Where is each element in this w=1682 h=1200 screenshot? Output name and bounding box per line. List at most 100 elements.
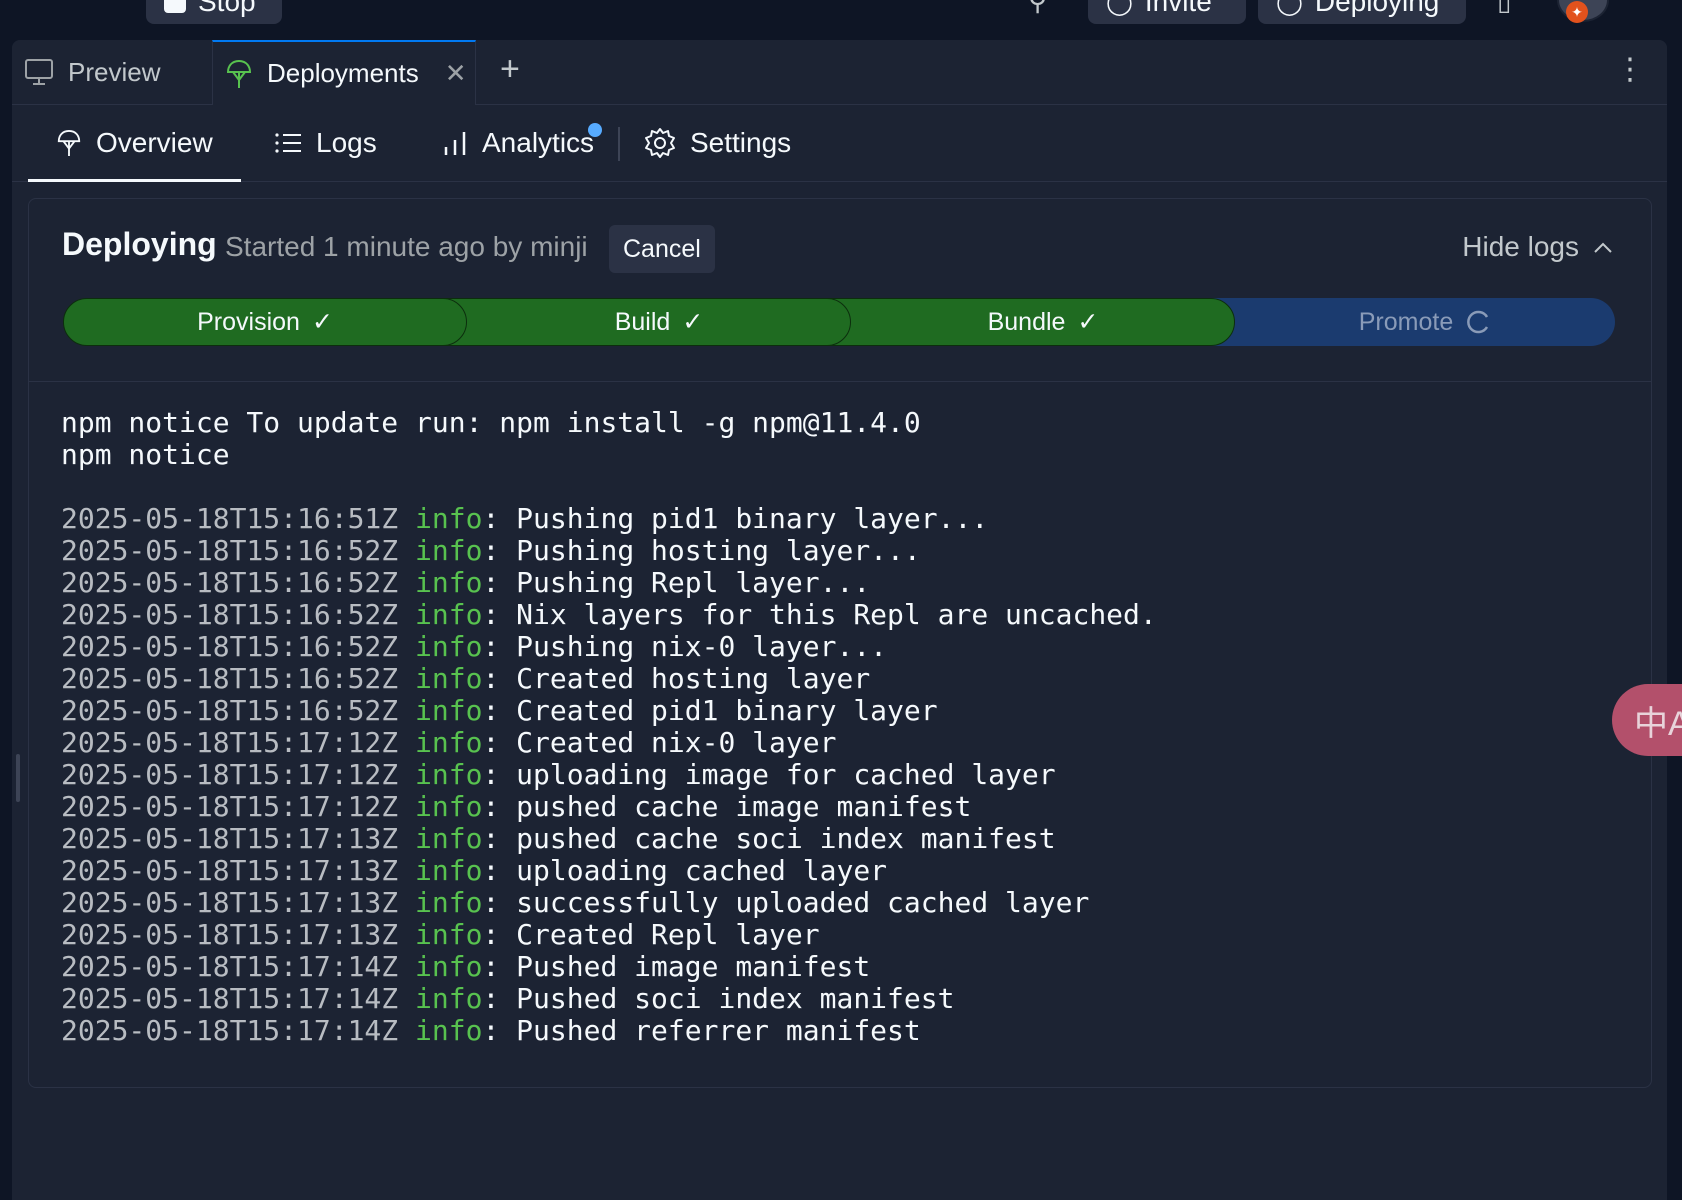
stop-label: Stop xyxy=(198,0,256,17)
log-level: info xyxy=(415,694,483,727)
log-level: info xyxy=(415,726,483,759)
log-level: info xyxy=(415,662,483,695)
tab-bar: Preview Deployments ✕ + ⋮ xyxy=(12,40,1667,105)
log-message: : uploading cached layer xyxy=(482,854,888,887)
log-timestamp: 2025-05-18T15:17:14Z xyxy=(61,1014,399,1047)
log-line: 2025-05-18T15:17:13Z info: uploading cac… xyxy=(61,855,1621,887)
log-level: info xyxy=(415,630,483,663)
log-timestamp: 2025-05-18T15:16:52Z xyxy=(61,662,399,695)
log-timestamp: 2025-05-18T15:16:52Z xyxy=(61,694,399,727)
log-message: : Pushed referrer manifest xyxy=(482,1014,921,1047)
log-line: 2025-05-18T15:17:12Z info: uploading ima… xyxy=(61,759,1621,791)
step-label: Bundle xyxy=(987,307,1066,336)
tab-label: Deployments xyxy=(267,58,419,88)
resize-handle[interactable] xyxy=(16,754,20,802)
tab-preview[interactable]: Preview xyxy=(12,40,212,104)
spinner-icon: ◯ xyxy=(1276,0,1303,16)
log-message: : Created pid1 binary layer xyxy=(482,694,938,727)
log-level: info xyxy=(415,598,483,631)
divider xyxy=(618,127,620,161)
translate-button[interactable]: 中A xyxy=(1612,684,1682,756)
deploying-button[interactable]: ◯ Deploying xyxy=(1258,0,1466,24)
log-line: 2025-05-18T15:17:14Z info: Pushed referr… xyxy=(61,1015,1621,1047)
log-level: info xyxy=(415,758,483,791)
log-level: info xyxy=(415,1014,483,1047)
log-line: 2025-05-18T15:16:52Z info: Pushing Repl … xyxy=(61,567,1621,599)
log-line: 2025-05-18T15:16:52Z info: Created hosti… xyxy=(61,663,1621,695)
deployment-status: Deploying xyxy=(62,226,217,262)
step-bundle: Bundle ✓ xyxy=(827,298,1235,346)
step-promote: Promote xyxy=(1211,298,1615,346)
step-label: Provision xyxy=(197,307,300,336)
log-message: : uploading image for cached layer xyxy=(482,758,1056,791)
deployments-icon xyxy=(226,59,252,88)
subtab-logs[interactable]: Logs xyxy=(274,105,377,181)
gear-icon xyxy=(645,128,675,158)
log-line: 2025-05-18T15:16:52Z info: Pushing hosti… xyxy=(61,535,1621,567)
log-timestamp: 2025-05-18T15:17:13Z xyxy=(61,854,399,887)
log-line: 2025-05-18T15:17:14Z info: Pushed soci i… xyxy=(61,983,1621,1015)
hide-logs-button[interactable]: Hide logs xyxy=(1462,231,1613,263)
log-line: 2025-05-18T15:17:13Z info: successfully … xyxy=(61,887,1621,919)
deployment-subtitle: Started 1 minute ago by minji xyxy=(225,231,588,262)
deploying-label: Deploying xyxy=(1314,0,1440,17)
log-level: info xyxy=(415,502,483,535)
log-output: npm notice To update run: npm install -g… xyxy=(61,407,1621,1047)
log-line: 2025-05-18T15:17:12Z info: pushed cache … xyxy=(61,791,1621,823)
log-timestamp: 2025-05-18T15:17:13Z xyxy=(61,822,399,855)
search-icon[interactable]: ⚲ xyxy=(1028,0,1047,17)
step-provision: Provision ✓ xyxy=(63,298,467,346)
subtab-label: Overview xyxy=(96,127,213,158)
notification-badge-icon: ✦ xyxy=(1566,1,1588,23)
subtab-label: Logs xyxy=(316,127,377,158)
log-message: : Pushed image manifest xyxy=(482,950,871,983)
check-icon: ✓ xyxy=(311,308,333,336)
log-level: info xyxy=(415,854,483,887)
log-line: 2025-05-18T15:17:12Z info: Created nix-0… xyxy=(61,727,1621,759)
chevron-up-icon xyxy=(1594,242,1612,253)
cancel-button[interactable]: Cancel xyxy=(609,225,715,273)
log-level: info xyxy=(415,566,483,599)
subtab-overview[interactable]: Overview xyxy=(28,105,241,182)
close-icon[interactable]: ✕ xyxy=(445,58,467,89)
stop-button[interactable]: Stop xyxy=(146,0,282,24)
add-tab-icon[interactable]: + xyxy=(500,50,520,89)
check-icon: ✓ xyxy=(682,308,704,336)
log-line: 2025-05-18T15:17:13Z info: Created Repl … xyxy=(61,919,1621,951)
subtab-analytics[interactable]: Analytics xyxy=(442,105,594,181)
step-label: Promote xyxy=(1358,307,1454,336)
new-badge-icon xyxy=(588,123,602,137)
log-level: info xyxy=(415,822,483,855)
subtab-settings[interactable]: Settings xyxy=(644,105,791,181)
invite-label: Invite xyxy=(1144,0,1212,17)
list-icon xyxy=(275,133,301,153)
log-line: 2025-05-18T15:16:52Z info: Pushing nix-0… xyxy=(61,631,1621,663)
subtab-label: Settings xyxy=(690,127,792,158)
tab-deployments[interactable]: Deployments ✕ xyxy=(212,40,476,105)
log-line: 2025-05-18T15:16:52Z info: Created pid1 … xyxy=(61,695,1621,727)
log-message: : Pushed soci index manifest xyxy=(482,982,955,1015)
log-timestamp: 2025-05-18T15:16:52Z xyxy=(61,630,399,663)
log-line: 2025-05-18T15:17:14Z info: Pushed image … xyxy=(61,951,1621,983)
log-line: 2025-05-18T15:17:13Z info: pushed cache … xyxy=(61,823,1621,855)
log-message: : pushed cache image manifest xyxy=(482,790,972,823)
step-build: Build ✓ xyxy=(443,298,851,346)
spinner-icon xyxy=(1467,310,1489,334)
log-level: info xyxy=(415,918,483,951)
log-level: info xyxy=(415,950,483,983)
more-options-icon[interactable]: ⋮ xyxy=(1615,52,1645,87)
deployments-panel: Preview Deployments ✕ + ⋮ Overview Logs … xyxy=(12,40,1667,1200)
log-message: : Created hosting layer xyxy=(482,662,871,695)
bell-icon[interactable]: ▯ xyxy=(1497,0,1511,17)
log-line: npm notice xyxy=(61,438,230,471)
invite-button[interactable]: ◯ Invite xyxy=(1088,0,1246,24)
log-level: info xyxy=(415,982,483,1015)
log-message: : pushed cache soci index manifest xyxy=(482,822,1056,855)
step-label: Build xyxy=(614,307,671,336)
log-level: info xyxy=(415,534,483,567)
monitor-icon xyxy=(25,59,53,85)
hide-logs-label: Hide logs xyxy=(1462,231,1579,262)
deployment-subnav: Overview Logs Analytics Settings xyxy=(12,105,1667,182)
log-timestamp: 2025-05-18T15:16:52Z xyxy=(61,534,399,567)
